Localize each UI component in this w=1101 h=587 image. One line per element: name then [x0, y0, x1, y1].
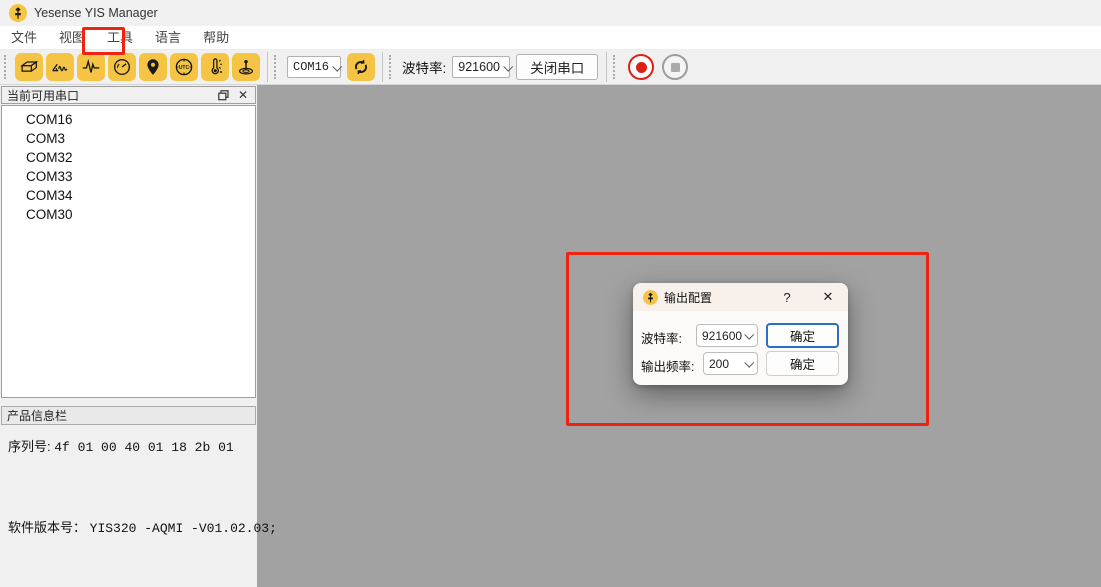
close-serial-button[interactable]: 关闭串口	[516, 54, 598, 80]
port-list-item[interactable]: COM33	[2, 167, 255, 186]
output-config-dialog: 输出配置 ? ✕ 波特率: 921600 确定 输出频率: 200 确定	[633, 283, 848, 385]
dialog-close-button[interactable]: ✕	[815, 283, 841, 311]
temperature-icon	[204, 56, 226, 78]
menu-help[interactable]: 帮助	[192, 26, 240, 49]
software-version-line: 软件版本号： YIS320 -AQMI -V01.02.03;	[8, 517, 277, 536]
utc-clock-icon-button[interactable]: UTC	[170, 53, 198, 81]
port-list-item[interactable]: COM34	[2, 186, 255, 205]
dialog-freq-select[interactable]: 200	[703, 352, 758, 375]
refresh-icon	[351, 57, 371, 77]
port-select[interactable]: COM16	[287, 56, 341, 78]
serial-number-label: 序列号:	[8, 439, 51, 454]
stop-button[interactable]	[662, 54, 688, 80]
product-info-title: 产品信息栏	[7, 407, 67, 424]
toolbar-grip[interactable]	[613, 55, 620, 79]
waveform-icon-button[interactable]	[77, 53, 105, 81]
menu-language[interactable]: 语言	[144, 26, 192, 49]
serial-port-dock: 当前可用串口 ✕ COM16 COM3 COM32 COM33 COM34 CO…	[0, 85, 257, 587]
refresh-ports-button[interactable]	[347, 53, 375, 81]
record-button[interactable]	[628, 54, 654, 80]
chevron-down-icon	[744, 358, 754, 368]
float-panel-button[interactable]	[216, 88, 230, 102]
utc-clock-icon: UTC	[173, 56, 195, 78]
port-list-item[interactable]: COM3	[2, 129, 255, 148]
float-icon	[218, 90, 229, 101]
title-bar: Yesense YIS Manager	[0, 0, 1101, 26]
location-pin-icon-button[interactable]	[139, 53, 167, 81]
toolbar: UTC COM16	[0, 50, 1101, 85]
toolbar-separator	[267, 52, 268, 82]
port-list-item[interactable]: COM16	[2, 110, 255, 129]
3d-box-icon	[18, 56, 40, 78]
menu-tools[interactable]: 工具	[96, 26, 144, 49]
app-window: Yesense YIS Manager 文件 视图 工具 语言 帮助	[0, 0, 1101, 587]
stop-icon	[671, 63, 680, 72]
menu-file[interactable]: 文件	[0, 26, 48, 49]
close-panel-button[interactable]: ✕	[236, 88, 250, 102]
main-area: 当前可用串口 ✕ COM16 COM3 COM32 COM33 COM34 CO…	[0, 85, 1101, 587]
3d-box-icon-button[interactable]	[15, 53, 43, 81]
chevron-down-icon	[332, 61, 342, 71]
baud-rate-select[interactable]: 921600	[452, 56, 510, 78]
yesense-logo-icon	[9, 4, 27, 22]
temperature-icon-button[interactable]	[201, 53, 229, 81]
dialog-baud-confirm-button[interactable]: 确定	[766, 323, 839, 348]
port-list: COM16 COM3 COM32 COM33 COM34 COM30	[1, 105, 256, 398]
attitude-angle-icon	[49, 56, 71, 78]
baud-rate-value: 921600	[458, 60, 500, 74]
software-version-label: 软件版本号：	[8, 520, 86, 535]
dialog-baud-select[interactable]: 921600	[696, 324, 758, 347]
chevron-down-icon	[744, 330, 754, 340]
port-list-item[interactable]: COM32	[2, 148, 255, 167]
dialog-baud-value: 921600	[702, 329, 742, 343]
dialog-title: 输出配置	[664, 289, 838, 306]
serial-number-value: 4f 01 00 40 01 18 2b 01	[54, 440, 233, 455]
toolbar-separator	[382, 52, 383, 82]
menu-bar: 文件 视图 工具 语言 帮助	[0, 26, 1101, 50]
serial-number-line: 序列号: 4f 01 00 40 01 18 2b 01	[8, 436, 234, 455]
port-select-value: COM16	[293, 60, 329, 74]
port-list-item[interactable]: COM30	[2, 205, 255, 224]
record-icon	[636, 62, 647, 73]
location-pin-icon	[142, 56, 164, 78]
svg-text:UTC: UTC	[179, 65, 190, 71]
chevron-down-icon	[503, 61, 513, 71]
dock-header: 当前可用串口 ✕	[1, 86, 256, 104]
dock-title: 当前可用串口	[7, 87, 210, 104]
dialog-freq-value: 200	[709, 357, 742, 371]
gauge-icon-button[interactable]	[108, 53, 136, 81]
waveform-icon	[80, 56, 102, 78]
dialog-baud-label: 波特率:	[641, 328, 682, 347]
toolbar-grip[interactable]	[389, 55, 396, 79]
software-version-value: YIS320 -AQMI -V01.02.03;	[90, 521, 277, 536]
dialog-freq-label: 输出频率:	[641, 356, 694, 375]
window-title: Yesense YIS Manager	[34, 6, 158, 20]
gauge-icon	[111, 56, 133, 78]
menu-view[interactable]: 视图	[48, 26, 96, 49]
attitude-angle-icon-button[interactable]	[46, 53, 74, 81]
dialog-help-button[interactable]: ?	[775, 283, 799, 311]
toolbar-separator	[606, 52, 607, 82]
toolbar-grip[interactable]	[274, 55, 281, 79]
baud-rate-label: 波特率:	[402, 57, 446, 77]
dialog-freq-confirm-button[interactable]: 确定	[766, 351, 839, 376]
pressure-icon-button[interactable]	[232, 53, 260, 81]
product-info-header: 产品信息栏	[1, 406, 256, 425]
toolbar-grip[interactable]	[4, 55, 11, 79]
yesense-logo-icon	[643, 290, 658, 305]
pressure-icon	[235, 56, 257, 78]
